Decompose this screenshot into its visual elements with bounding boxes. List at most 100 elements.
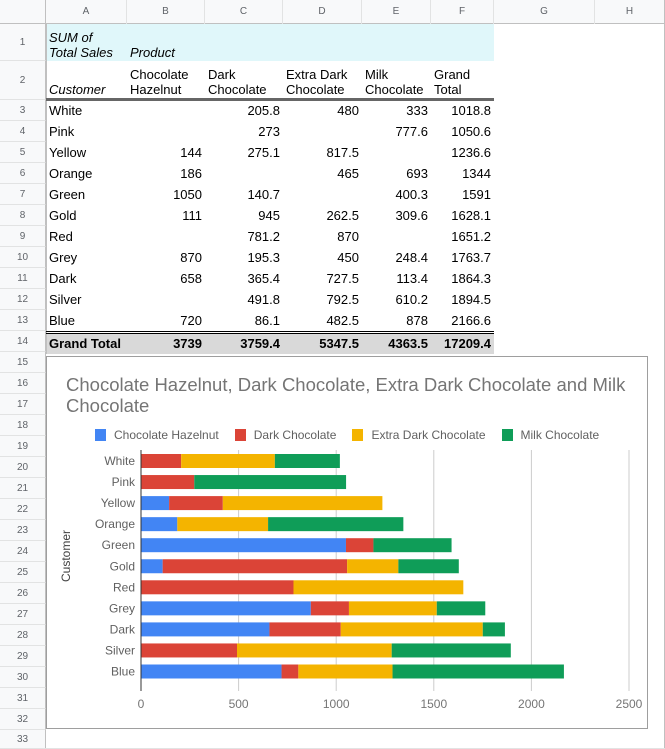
pivot-value-cell[interactable]: 248.4 (362, 247, 431, 268)
pivot-value-cell[interactable] (127, 121, 205, 142)
pivot-column-label[interactable]: Milk Chocolate (362, 62, 431, 97)
row-header-3[interactable]: 3 (0, 100, 46, 121)
pivot-row-customer[interactable]: Blue (46, 310, 127, 331)
grand-total-value[interactable]: 17209.4 (431, 333, 494, 354)
pivot-column-label[interactable]: Extra Dark Chocolate (283, 62, 362, 97)
row-header-27[interactable]: 27 (0, 604, 46, 625)
pivot-value-cell[interactable]: 144 (127, 142, 205, 163)
pivot-value-cell[interactable]: 400.3 (362, 184, 431, 205)
pivot-value-cell[interactable] (127, 100, 205, 121)
row-header-24[interactable]: 24 (0, 541, 46, 562)
pivot-value-cell[interactable]: 1591 (431, 184, 494, 205)
bar-segment-milk-chocolate[interactable] (194, 475, 347, 490)
grand-total-value[interactable]: 4363.5 (362, 333, 431, 354)
bar-segment-milk-chocolate[interactable] (391, 643, 511, 658)
pivot-value-cell[interactable]: 870 (283, 226, 362, 247)
bar-segment-milk-chocolate[interactable] (482, 622, 505, 637)
pivot-value-cell[interactable]: 1050.6 (431, 121, 494, 142)
row-header-33[interactable]: 33 (0, 730, 46, 749)
bar-segment-dark-chocolate[interactable] (345, 538, 374, 553)
row-header-13[interactable]: 13 (0, 310, 46, 331)
bar-segment-extra-dark-chocolate[interactable] (340, 622, 483, 637)
bar-segment-extra-dark-chocolate[interactable] (298, 664, 393, 679)
pivot-value-cell[interactable] (127, 226, 205, 247)
row-header-1[interactable]: 1 (0, 24, 46, 61)
pivot-value-cell[interactable]: 1651.2 (431, 226, 494, 247)
pivot-value-cell[interactable]: 480 (283, 100, 362, 121)
bar-segment-dark-chocolate[interactable] (141, 580, 294, 595)
bar-segment-chocolate-hazelnut[interactable] (141, 622, 270, 637)
row-header-19[interactable]: 19 (0, 436, 46, 457)
row-header-10[interactable]: 10 (0, 247, 46, 268)
pivot-value-cell[interactable]: 658 (127, 268, 205, 289)
pivot-value-cell[interactable]: 465 (283, 163, 362, 184)
pivot-value-cell[interactable]: 140.7 (205, 184, 283, 205)
row-header-12[interactable]: 12 (0, 289, 46, 310)
row-header-4[interactable]: 4 (0, 121, 46, 142)
bar-segment-chocolate-hazelnut[interactable] (141, 538, 346, 553)
pivot-value-cell[interactable]: 817.5 (283, 142, 362, 163)
bar-segment-milk-chocolate[interactable] (436, 601, 486, 616)
bar-segment-extra-dark-chocolate[interactable] (181, 454, 275, 468)
pivot-value-cell[interactable]: 2166.6 (431, 310, 494, 331)
pivot-value-cell[interactable] (283, 184, 362, 205)
row-header-9[interactable]: 9 (0, 226, 46, 247)
pivot-rows-field-label[interactable]: Customer (46, 62, 127, 97)
pivot-row-customer[interactable]: Grey (46, 247, 127, 268)
bar-segment-dark-chocolate[interactable] (169, 496, 223, 511)
pivot-value-cell[interactable]: 1236.6 (431, 142, 494, 163)
row-header-29[interactable]: 29 (0, 646, 46, 667)
pivot-value-cell[interactable]: 1864.3 (431, 268, 494, 289)
bar-segment-chocolate-hazelnut[interactable] (141, 517, 178, 532)
pivot-row-customer[interactable]: Silver (46, 289, 127, 310)
row-header-28[interactable]: 28 (0, 625, 46, 646)
pivot-value-cell[interactable]: 186 (127, 163, 205, 184)
bar-segment-chocolate-hazelnut[interactable] (141, 664, 282, 679)
pivot-value-cell[interactable] (362, 142, 431, 163)
pivot-value-cell[interactable]: 792.5 (283, 289, 362, 310)
pivot-value-cell[interactable]: 365.4 (205, 268, 283, 289)
bar-segment-extra-dark-chocolate[interactable] (347, 559, 399, 574)
bar-segment-chocolate-hazelnut[interactable] (141, 559, 163, 574)
column-header-g[interactable]: G (494, 0, 595, 24)
pivot-value-cell[interactable]: 1628.1 (431, 205, 494, 226)
pivot-value-cell[interactable]: 275.1 (205, 142, 283, 163)
row-header-32[interactable]: 32 (0, 709, 46, 730)
row-header-16[interactable]: 16 (0, 373, 46, 394)
pivot-value-cell[interactable]: 273 (205, 121, 283, 142)
bar-segment-dark-chocolate[interactable] (281, 664, 299, 679)
column-header-f[interactable]: F (431, 0, 494, 24)
bar-segment-extra-dark-chocolate[interactable] (222, 496, 383, 511)
bar-segment-dark-chocolate[interactable] (310, 601, 349, 616)
column-header-e[interactable]: E (362, 0, 431, 24)
bar-segment-milk-chocolate[interactable] (268, 517, 404, 532)
pivot-value-cell[interactable]: 262.5 (283, 205, 362, 226)
column-header-h[interactable]: H (595, 0, 665, 24)
bar-segment-chocolate-hazelnut[interactable] (141, 601, 311, 616)
row-header-8[interactable]: 8 (0, 205, 46, 226)
row-header-15[interactable]: 15 (0, 352, 46, 373)
pivot-value-cell[interactable]: 610.2 (362, 289, 431, 310)
bar-segment-dark-chocolate[interactable] (162, 559, 348, 574)
grand-total-value[interactable]: 5347.5 (283, 333, 362, 354)
row-header-6[interactable]: 6 (0, 163, 46, 184)
pivot-column-label[interactable]: Chocolate Hazelnut (127, 62, 205, 97)
column-header-b[interactable]: B (127, 0, 205, 24)
pivot-value-cell[interactable]: 482.5 (283, 310, 362, 331)
pivot-value-cell[interactable]: 195.3 (205, 247, 283, 268)
select-all-corner[interactable] (0, 0, 46, 24)
row-header-18[interactable]: 18 (0, 415, 46, 436)
bar-segment-dark-chocolate[interactable] (141, 475, 195, 490)
row-header-22[interactable]: 22 (0, 499, 46, 520)
pivot-row-customer[interactable]: White (46, 100, 127, 121)
pivot-value-cell[interactable]: 870 (127, 247, 205, 268)
pivot-value-cell[interactable]: 1894.5 (431, 289, 494, 310)
pivot-value-cell[interactable]: 777.6 (362, 121, 431, 142)
row-header-2[interactable]: 2 (0, 61, 46, 100)
grand-total-value[interactable]: 3739 (127, 333, 205, 354)
pivot-columns-field-label[interactable]: Product (127, 26, 205, 60)
pivot-value-cell[interactable] (362, 226, 431, 247)
pivot-value-cell[interactable] (283, 121, 362, 142)
bar-segment-dark-chocolate[interactable] (141, 643, 237, 658)
pivot-value-cell[interactable]: 1344 (431, 163, 494, 184)
